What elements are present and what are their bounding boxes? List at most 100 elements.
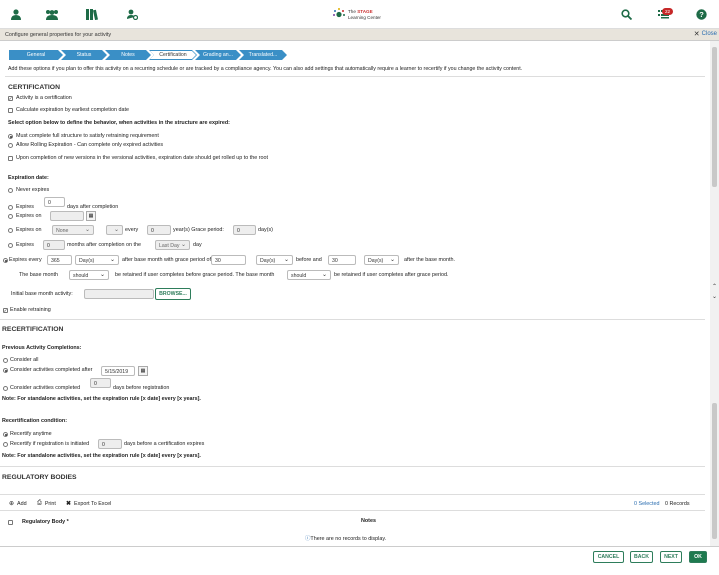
calc-expiration-checkbox[interactable]	[8, 108, 13, 113]
activity-is-cert-checkbox[interactable]: ✓	[8, 96, 13, 101]
standalone-note: Note: For standalone activities, set the…	[2, 453, 201, 459]
rolling-expiration-label: Allow Rolling Expiration - Can complete …	[16, 142, 164, 148]
months-input[interactable]: 0	[43, 240, 65, 250]
expires-on-radio[interactable]	[8, 214, 13, 219]
grace-after-unit-select[interactable]: Day(s)	[364, 255, 399, 265]
svg-text:?: ?	[699, 10, 704, 19]
rollup-checkbox[interactable]	[8, 156, 13, 161]
dialog-header: Configure general properties for your ac…	[0, 29, 719, 41]
consider-after-label: Consider activities completed after	[10, 367, 93, 373]
browse-button[interactable]: BROWSE...	[155, 288, 191, 300]
recertify-initiated-radio[interactable]	[3, 442, 8, 447]
tab-notes[interactable]: Notes	[105, 50, 151, 60]
divider	[0, 466, 705, 467]
scrollbar-thumb-lower[interactable]	[712, 403, 717, 539]
empty-message: ⓘThere are no records to display.	[305, 536, 387, 542]
expires-on-date-input[interactable]	[50, 211, 84, 221]
print-button[interactable]: ⎙ Print	[37, 500, 56, 507]
library-icon[interactable]	[85, 7, 99, 21]
should-after-select[interactable]: should	[287, 270, 331, 280]
user-icon[interactable]	[9, 7, 23, 21]
recertify-anytime-radio[interactable]	[3, 432, 8, 437]
every-unit-select[interactable]: Day(s)	[75, 255, 119, 265]
full-structure-label: Must complete full structure to satisfy …	[16, 133, 159, 139]
should-before-select[interactable]: should	[69, 270, 109, 280]
logo: The STAGE Learning Center	[332, 6, 388, 24]
cancel-button[interactable]: CANCEL	[593, 551, 624, 563]
column-regulatory-body[interactable]: Regulatory Body *	[22, 519, 69, 525]
grace-before-input[interactable]: 30	[211, 255, 246, 265]
consider-after-radio[interactable]	[3, 368, 8, 373]
last-day-select[interactable]: Last Day	[155, 240, 190, 250]
select-all-checkbox[interactable]	[8, 520, 13, 525]
chevron-down-icon[interactable]: ⌄	[710, 293, 719, 300]
days-before-input[interactable]: 0	[90, 378, 111, 388]
divider	[0, 319, 705, 320]
top-navigation-bar: The STAGE Learning Center 22 ?	[0, 0, 719, 29]
day-select[interactable]	[106, 225, 123, 235]
expires-every-radio[interactable]	[3, 258, 8, 263]
expires-every-input[interactable]: 365	[47, 255, 72, 265]
tab-general[interactable]: General	[9, 50, 63, 60]
regulatory-heading: REGULATORY BODIES	[2, 474, 77, 481]
user-settings-icon[interactable]	[125, 7, 139, 21]
consider-all-radio[interactable]	[3, 358, 8, 363]
add-button[interactable]: ⊕ Add	[9, 500, 27, 508]
recertification-heading: RECERTIFICATION	[2, 326, 64, 333]
back-button[interactable]: BACK	[630, 551, 653, 563]
days-after-input[interactable]: 0	[44, 197, 65, 207]
years-input[interactable]: 0	[147, 225, 171, 235]
tab-certification[interactable]: Certification	[149, 50, 197, 60]
grace-before-unit-select[interactable]: Day(s)	[256, 255, 293, 265]
tab-grading[interactable]: Grading an...	[195, 50, 241, 60]
divider	[0, 494, 705, 495]
calendar-icon[interactable]: ▦	[138, 366, 148, 376]
after-base-grace-label: after base month with grace period of	[122, 257, 211, 263]
month-select[interactable]: None	[52, 225, 94, 235]
next-button[interactable]: NEXT	[660, 551, 682, 563]
calendar-icon[interactable]: ▦	[86, 211, 96, 221]
expires-on-schedule-radio[interactable]	[8, 228, 13, 233]
before-and-label: before and	[296, 257, 322, 263]
consider-after-date-input[interactable]: 5/15/2019	[101, 366, 135, 376]
calc-expiration-label: Calculate expiration by earliest complet…	[16, 107, 129, 113]
grace-after-input[interactable]: 30	[328, 255, 356, 265]
tab-status[interactable]: Status	[61, 50, 107, 60]
chevron-up-icon[interactable]: ⌃	[710, 283, 719, 290]
certification-heading: CERTIFICATION	[8, 84, 60, 91]
add-icon: ⊕	[9, 501, 15, 507]
expires-days-label: Expires	[16, 204, 34, 210]
group-icon[interactable]	[44, 7, 60, 21]
search-icon[interactable]	[619, 7, 633, 21]
excel-icon: ✖	[66, 501, 72, 507]
ok-button[interactable]: OK	[689, 551, 707, 563]
divider	[5, 76, 705, 77]
consider-completed-radio[interactable]	[3, 386, 8, 391]
scrollbar[interactable]: ⌃ ⌄	[710, 41, 719, 546]
rolling-expiration-radio[interactable]	[8, 143, 13, 148]
export-button[interactable]: ✖ Export To Excel	[66, 500, 111, 508]
initial-base-input[interactable]	[84, 289, 154, 299]
enable-retraining-checkbox[interactable]: ✓	[3, 308, 8, 313]
column-notes[interactable]: Notes	[361, 518, 376, 524]
previous-completions-label: Previous Activity Completions:	[2, 345, 82, 351]
consider-completed-label: Consider activities completed	[10, 385, 81, 391]
months-after-label: months after completion on the	[67, 242, 142, 248]
enable-retraining-label: Enable retraining	[10, 307, 51, 313]
expires-days-radio[interactable]	[8, 205, 13, 210]
grace-input[interactable]: 0	[233, 225, 256, 235]
expires-months-radio[interactable]	[8, 243, 13, 248]
initiated-days-input[interactable]: 0	[98, 439, 122, 449]
expires-months-label: Expires	[16, 242, 34, 248]
divider	[0, 510, 705, 511]
selected-count[interactable]: 0 Selected	[634, 501, 659, 507]
standalone-note: Note: For standalone activities, set the…	[2, 396, 201, 402]
tab-translated[interactable]: Translated...	[239, 50, 287, 60]
full-structure-radio[interactable]	[8, 134, 13, 139]
recertify-initiated-label: Recertify if registration is initiated	[10, 441, 90, 447]
never-expires-radio[interactable]	[8, 188, 13, 193]
retained-before-label: be retained if user completes before gra…	[115, 272, 275, 278]
close-button[interactable]: ✕ Close	[694, 30, 717, 38]
help-icon[interactable]: ?	[694, 7, 708, 21]
scrollbar-thumb[interactable]	[712, 47, 717, 187]
